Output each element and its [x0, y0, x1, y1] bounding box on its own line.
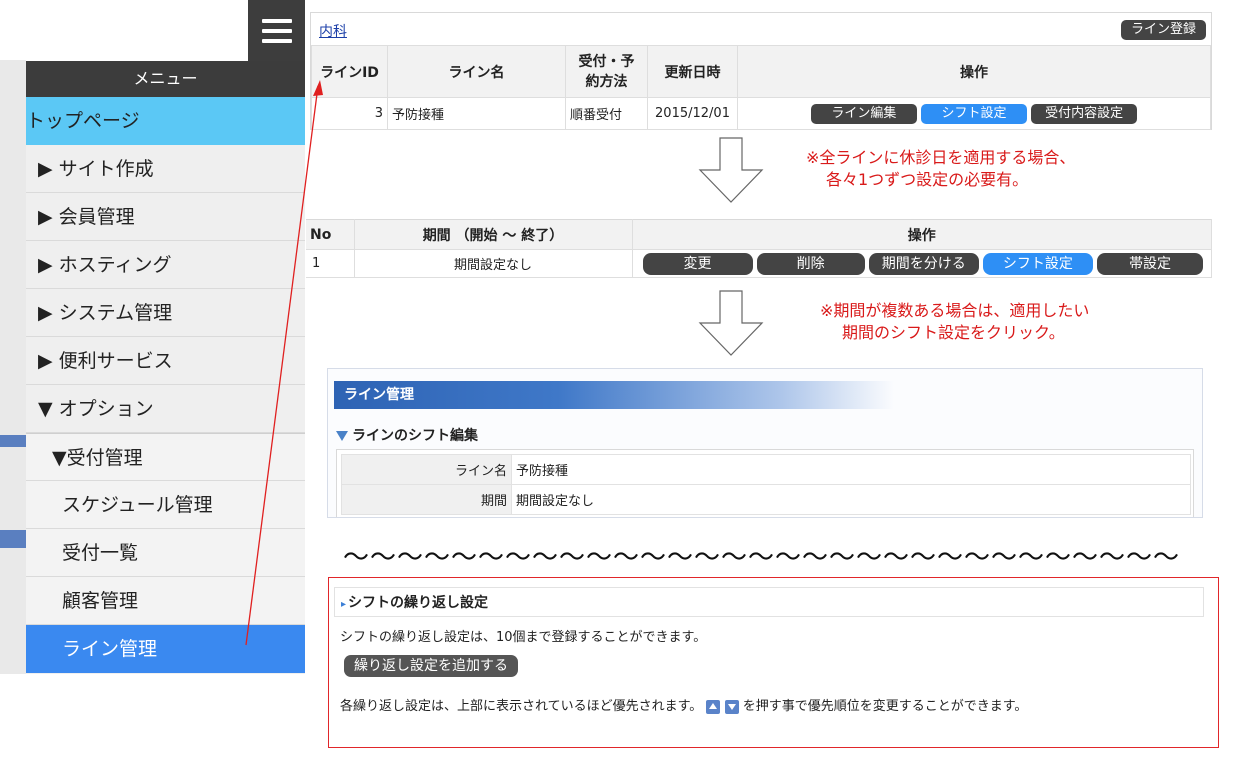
- pointer-arrow-line: [245, 85, 319, 646]
- down-arrow-icon: [698, 137, 764, 203]
- down-arrow-icon: [698, 290, 764, 356]
- annotation-overlay: [245, 80, 764, 646]
- arrow-head-icon: [313, 80, 323, 96]
